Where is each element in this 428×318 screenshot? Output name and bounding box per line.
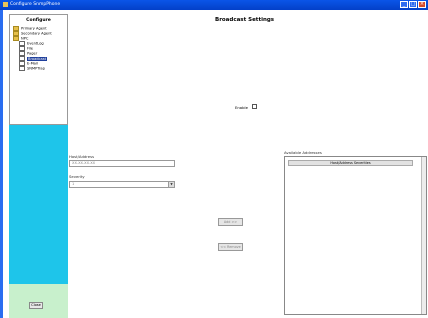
severity-value: 1: [72, 182, 75, 186]
title-bar: Configure SnmpPhone _ □ ×: [0, 0, 428, 10]
address-list[interactable]: Host/Address Severities: [284, 156, 427, 315]
close-button[interactable]: Close: [29, 302, 43, 309]
sidebar-footer: [9, 284, 68, 318]
remove-button[interactable]: << Remove: [218, 243, 243, 251]
document-icon: [19, 66, 25, 71]
minimize-button[interactable]: _: [400, 1, 408, 8]
host-address-input[interactable]: XX.XX.XX.XX: [69, 160, 175, 167]
host-address-label: Host/Address: [69, 154, 95, 159]
tree-header: Configure: [26, 18, 51, 23]
list-scrollbar[interactable]: [421, 157, 426, 314]
sidebar-panel: [9, 125, 68, 284]
app-icon: [3, 2, 8, 7]
config-tree[interactable]: Configure Primary Agent Secondary Agent …: [9, 14, 68, 125]
list-column-header: Host/Address Severities: [288, 160, 413, 166]
tree-item-snmptrap[interactable]: SNMPTrap: [10, 66, 67, 71]
page-title: Broadcast Settings: [215, 17, 275, 23]
window-title: Configure SnmpPhone: [10, 2, 61, 7]
severity-label: Severity: [69, 174, 85, 179]
maximize-button[interactable]: □: [409, 1, 417, 8]
severity-select[interactable]: 1 ▼: [69, 181, 175, 188]
enable-label: Enable: [235, 105, 248, 110]
available-addresses-label: Available Addresses: [284, 150, 322, 155]
close-window-button[interactable]: ×: [418, 1, 426, 8]
add-button[interactable]: Add >>: [218, 218, 243, 226]
sidebar-edge: [0, 10, 3, 318]
chevron-down-icon[interactable]: ▼: [168, 182, 174, 187]
enable-checkbox[interactable]: [252, 104, 257, 109]
